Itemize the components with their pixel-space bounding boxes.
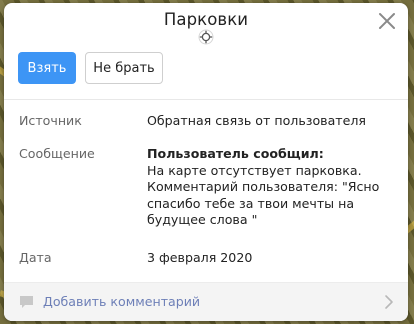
take-button[interactable]: Взять (18, 52, 76, 84)
source-label: Источник (19, 113, 82, 128)
message-value: Пользователь сообщил: На карте отсутству… (147, 146, 397, 229)
close-icon (379, 13, 395, 29)
add-comment-label: Добавить комментарий (43, 294, 201, 309)
source-value: Обратная связь от пользователя (147, 113, 367, 128)
message-heading: Пользователь сообщил: (147, 146, 324, 161)
divider (4, 99, 408, 100)
message-label: Сообщение (19, 146, 95, 161)
dialog-title: Парковки (163, 10, 249, 29)
date-value: 3 февраля 2020 (147, 250, 253, 265)
skip-button[interactable]: Не брать (85, 52, 163, 84)
message-comment: Комментарий пользователя: "Ясно спасибо … (147, 179, 380, 228)
comment-icon (19, 295, 34, 309)
target-icon (198, 29, 214, 45)
close-button[interactable] (376, 10, 398, 32)
date-label: Дата (19, 250, 52, 265)
message-line: На карте отсутствует парковка. (147, 162, 362, 178)
add-comment-row[interactable]: Добавить комментарий (4, 282, 408, 321)
action-buttons: Взять Не брать (18, 52, 163, 84)
chevron-right-icon (384, 294, 394, 310)
feedback-dialog: Парковки Взять Не брать Источник Обратна… (4, 3, 408, 321)
